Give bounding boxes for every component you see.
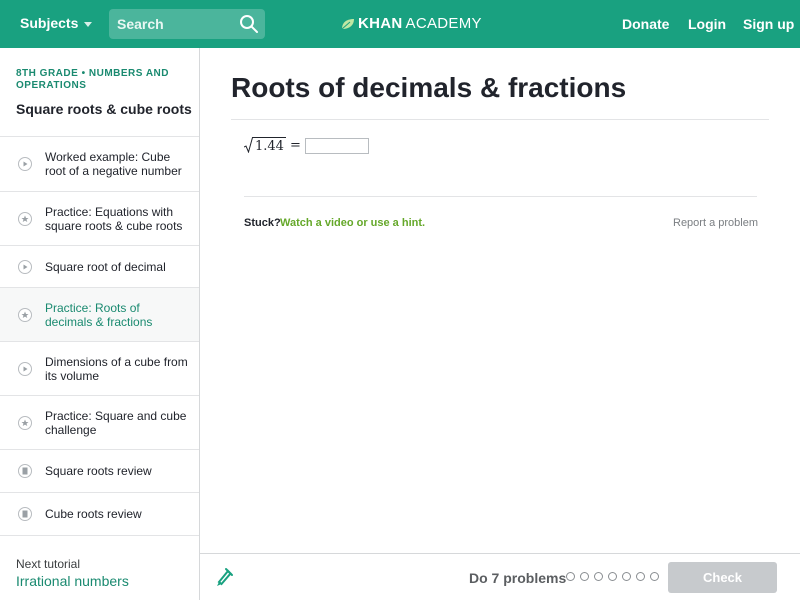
stuck-label: Stuck? xyxy=(244,217,281,229)
tutorial-title: Square roots & cube roots xyxy=(16,101,192,117)
login-link[interactable]: Login xyxy=(688,16,726,32)
breadcrumb-grade[interactable]: 8th grade xyxy=(16,68,78,79)
sidebar-item-label: Practice: Square and cube challenge xyxy=(45,408,187,437)
sidebar-item-0[interactable]: Worked example: Cube root of a negative … xyxy=(0,137,199,192)
sidebar-item-4[interactable]: Dimensions of a cube from its volume xyxy=(0,342,199,396)
breadcrumb-separator: • xyxy=(81,68,86,79)
leaf-icon xyxy=(341,18,354,29)
sidebar-item-label: Worked example: Cube root of a negative … xyxy=(45,150,182,178)
square-root-expression: 1.44 xyxy=(244,137,286,154)
sidebar-item-label: Practice: Roots of decimals & fractions xyxy=(45,300,153,329)
logo-text-light: ACADEMY xyxy=(405,15,482,32)
tutorial-item-list: Worked example: Cube root of a negative … xyxy=(0,136,199,536)
progress-dot xyxy=(622,572,631,581)
next-tutorial-link[interactable]: Irrational numbers xyxy=(16,573,129,589)
problem-statement: 1.44 = xyxy=(244,137,369,154)
exercise-footer: Do 7 problems Check xyxy=(200,553,800,601)
sidebar-item-7[interactable]: Cube roots review xyxy=(0,493,199,536)
donate-link[interactable]: Donate xyxy=(622,16,669,32)
hint-link[interactable]: Watch a video or use a hint. xyxy=(280,217,425,229)
subjects-label: Subjects xyxy=(20,15,79,31)
radical-sign-icon xyxy=(244,137,253,153)
progress-dot xyxy=(650,572,659,581)
progress-dot xyxy=(636,572,645,581)
breadcrumb: 8th grade • Numbers and operations xyxy=(16,68,186,92)
article-icon xyxy=(18,507,32,521)
sidebar-item-label: Square roots review xyxy=(45,464,152,478)
top-nav-bar: Subjects KHANACADEMY Donate Login Sign u… xyxy=(0,0,800,48)
search-box xyxy=(109,9,265,39)
next-tutorial-label: Next tutorial xyxy=(16,557,81,571)
star-icon xyxy=(18,415,32,430)
tutorial-sidebar: 8th grade • Numbers and operations Squar… xyxy=(0,48,200,600)
answer-input[interactable] xyxy=(304,137,369,154)
problem-count-label: Do 7 problems xyxy=(469,570,567,586)
caret-down-icon xyxy=(84,21,93,27)
logo-text-bold: KHAN xyxy=(358,15,403,32)
problem-divider xyxy=(244,196,757,197)
progress-dot xyxy=(566,572,575,581)
subjects-menu[interactable]: Subjects xyxy=(20,15,93,31)
search-icon[interactable] xyxy=(239,14,259,34)
title-divider xyxy=(231,119,769,120)
progress-dot xyxy=(594,572,603,581)
sidebar-item-label: Dimensions of a cube from its volume xyxy=(45,354,188,383)
sidebar-item-label: Square root of decimal xyxy=(45,259,166,274)
search-input[interactable] xyxy=(117,15,237,33)
star-icon xyxy=(18,307,32,322)
radicand: 1.44 xyxy=(253,137,286,154)
sidebar-item-label: Cube roots review xyxy=(45,507,142,521)
progress-dots xyxy=(566,572,659,581)
article-icon xyxy=(18,464,32,478)
play-icon xyxy=(18,259,32,274)
report-problem-link[interactable]: Report a problem xyxy=(673,217,758,229)
khan-academy-logo[interactable]: KHAN ACADEMY xyxy=(341,15,482,32)
page-title: Roots of decimals & fractions xyxy=(231,72,627,103)
sidebar-item-2[interactable]: Square root of decimal xyxy=(0,246,199,288)
play-icon xyxy=(18,157,32,171)
scratchpad-pencil-icon[interactable] xyxy=(214,567,234,587)
progress-dot xyxy=(580,572,589,581)
star-icon xyxy=(18,211,32,226)
sidebar-item-5[interactable]: Practice: Square and cube challenge xyxy=(0,396,199,450)
signup-link[interactable]: Sign up xyxy=(743,16,794,32)
sidebar-item-label: Practice: Equations with square roots & … xyxy=(45,204,183,233)
check-button[interactable]: Check xyxy=(668,562,777,593)
progress-dot xyxy=(608,572,617,581)
sidebar-item-6[interactable]: Square roots review xyxy=(0,450,199,493)
sidebar-item-3[interactable]: Practice: Roots of decimals & fractions xyxy=(0,288,199,342)
play-icon xyxy=(18,361,32,376)
sidebar-item-1[interactable]: Practice: Equations with square roots & … xyxy=(0,192,199,246)
equals-sign: = xyxy=(289,138,301,153)
